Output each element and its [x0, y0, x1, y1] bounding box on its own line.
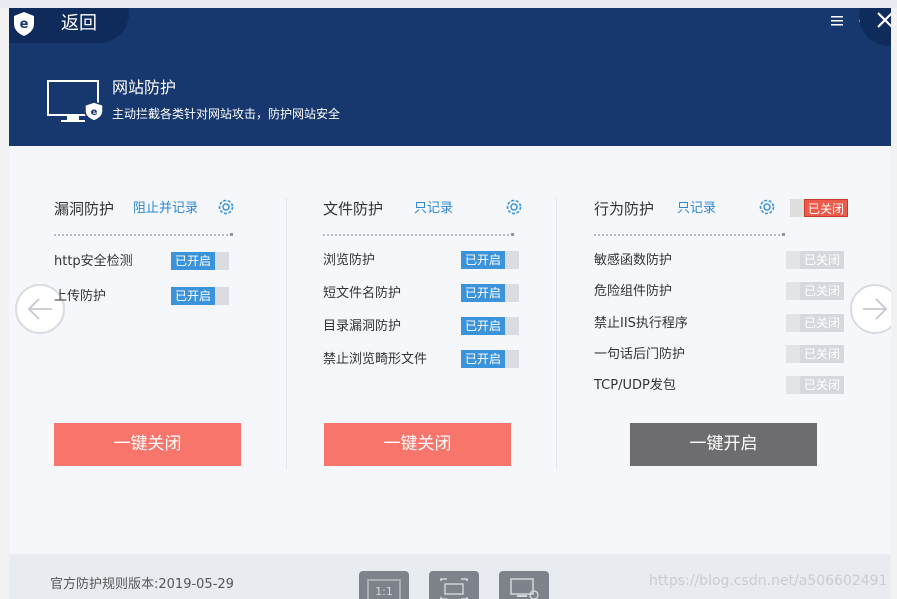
item-tcp-udp-label: TCP/UDP发包: [594, 378, 676, 393]
monitor-settings-icon[interactable]: [499, 571, 549, 599]
item-shortname-label: 短文件名防护: [323, 286, 402, 301]
back-button[interactable]: e 返回: [9, 8, 129, 43]
svg-text:1:1: 1:1: [375, 585, 393, 598]
footer-bar: 官方防护规则版本:2019-05-29 1:1 https://blog.csd…: [9, 554, 891, 599]
svg-text:e: e: [91, 107, 98, 118]
item-sensitive-func-label: 敏感函数防护: [594, 253, 673, 268]
divider-end: [230, 233, 233, 236]
gear-icon[interactable]: [757, 197, 777, 217]
item-danger-component-toggle[interactable]: 已关闭: [786, 282, 844, 300]
menu-icon[interactable]: [831, 15, 843, 27]
behavior-protection-title: 行为防护: [594, 200, 655, 218]
watermark-text: https://blog.csdn.net/a506602491: [649, 573, 888, 589]
item-upload-toggle[interactable]: 已开启: [171, 287, 229, 305]
toggle-state: 已开启: [461, 251, 505, 269]
vuln-disable-all-button[interactable]: 一键关闭: [54, 423, 241, 466]
vuln-protection-title: 漏洞防护: [54, 200, 115, 218]
column-separator: [286, 198, 287, 470]
item-malformed-toggle[interactable]: 已开启: [461, 350, 519, 368]
vuln-mode-link[interactable]: 阻止并记录: [133, 199, 198, 219]
behavior-enable-all-button[interactable]: 一键开启: [630, 423, 817, 466]
protection-window: e 返回 e 网站防护 主动拦截各类针对网站攻击，防护网站安全 漏洞防护 阻止并…: [9, 8, 891, 599]
gear-icon[interactable]: [504, 197, 524, 217]
desktop-background: [0, 0, 897, 8]
gear-icon[interactable]: [216, 197, 236, 217]
rule-version-text: 官方防护规则版本:2019-05-29: [50, 577, 234, 592]
behavior-master-toggle[interactable]: 已关闭: [790, 199, 848, 217]
item-browse-toggle[interactable]: 已开启: [461, 251, 519, 269]
toggle-state: 已关闭: [800, 314, 844, 332]
divider: [594, 234, 784, 236]
column-separator: [556, 198, 557, 470]
ratio-icon[interactable]: 1:1: [359, 571, 409, 599]
behavior-mode-link[interactable]: 只记录: [677, 199, 716, 219]
item-dir-vuln-toggle[interactable]: 已开启: [461, 317, 519, 335]
item-backdoor-label: 一句话后门防护: [594, 347, 686, 362]
item-dir-vuln-label: 目录漏洞防护: [323, 319, 402, 334]
toggle-state: 已关闭: [800, 376, 844, 394]
item-danger-component-label: 危险组件防护: [594, 284, 673, 299]
close-icon[interactable]: [876, 11, 891, 29]
item-iis-exec-toggle[interactable]: 已关闭: [786, 314, 844, 332]
monitor-shield-icon: e: [47, 80, 104, 122]
item-http-check-label: http安全检测: [54, 254, 133, 269]
desktop-background-right: [891, 8, 897, 599]
toggle-state: 已开启: [461, 350, 505, 368]
toggle-state: 已关闭: [800, 345, 844, 363]
toggle-state: 已开启: [461, 317, 505, 335]
toggle-state: 已开启: [171, 287, 215, 305]
back-label: 返回: [61, 13, 97, 34]
item-http-check-toggle[interactable]: 已开启: [171, 252, 229, 270]
item-backdoor-toggle[interactable]: 已关闭: [786, 345, 844, 363]
next-arrow-icon[interactable]: [850, 284, 891, 334]
item-malformed-label: 禁止浏览畸形文件: [323, 352, 428, 367]
item-sensitive-func-toggle[interactable]: 已关闭: [786, 251, 844, 269]
section-subtitle: 主动拦截各类针对网站攻击，防护网站安全: [112, 107, 341, 121]
toggle-state: 已关闭: [800, 282, 844, 300]
item-shortname-toggle[interactable]: 已开启: [461, 284, 519, 302]
toggle-state: 已开启: [171, 252, 215, 270]
logo-icon: e: [14, 12, 34, 36]
divider-end: [511, 233, 514, 236]
toggle-state: 已关闭: [800, 251, 844, 269]
item-tcp-udp-toggle[interactable]: 已关闭: [786, 376, 844, 394]
item-iis-exec-label: 禁止IIS执行程序: [594, 316, 688, 331]
file-disable-all-button[interactable]: 一键关闭: [324, 423, 511, 466]
divider: [54, 234, 232, 236]
divider-end: [782, 233, 785, 236]
toggle-state: 已关闭: [804, 199, 848, 217]
item-browse-label: 浏览防护: [323, 253, 376, 268]
file-protection-title: 文件防护: [323, 200, 384, 218]
toggle-state: 已开启: [461, 284, 505, 302]
header-bar: e 返回 e 网站防护 主动拦截各类针对网站攻击，防护网站安全: [9, 8, 891, 146]
screen-fit-icon[interactable]: [429, 571, 479, 599]
svg-text:e: e: [20, 17, 29, 32]
section-title: 网站防护: [112, 78, 177, 97]
divider: [323, 234, 513, 236]
file-mode-link[interactable]: 只记录: [414, 199, 453, 219]
item-upload-label: 上传防护: [54, 289, 107, 304]
